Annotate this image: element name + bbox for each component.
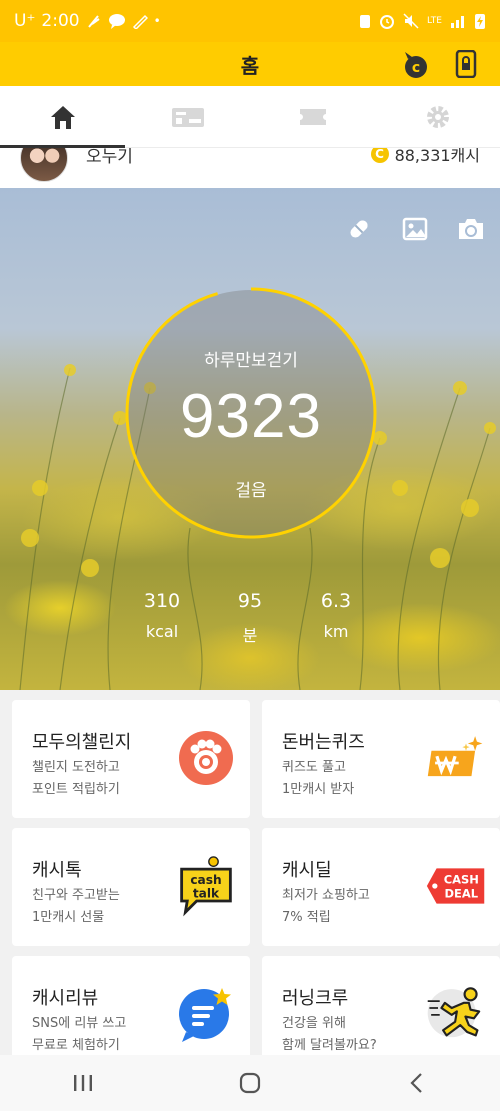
step-count: 9323 <box>180 382 322 451</box>
card-running[interactable]: 러닝크루 건강을 위해 함께 달려볼까요? <box>262 956 500 1055</box>
profile-name[interactable]: 오누기 <box>86 148 133 167</box>
stat-value: 95 <box>237 590 263 612</box>
home-button-icon <box>239 1072 261 1094</box>
challenge-paw-icon <box>176 728 236 788</box>
card-title: 돈버는퀴즈 <box>282 732 365 753</box>
hero-actions <box>344 214 486 244</box>
card-cashdeal[interactable]: 캐시딜 최저가 쇼핑하고 7% 적립 CASH DEAL <box>262 828 500 946</box>
card-cashtalk[interactable]: 캐시톡 친구와 주고받는 1만캐시 선물 cash talk <box>12 828 250 946</box>
card-desc: 친구와 주고받는 <box>32 888 120 903</box>
page-title: 홈 <box>240 53 260 78</box>
battery-saver-icon <box>360 15 371 28</box>
stat-unit: kcal <box>145 622 179 641</box>
cash-piggy-icon[interactable]: c <box>400 48 432 80</box>
gallery-icon[interactable] <box>400 214 430 244</box>
distance-stat: 6.3 km <box>296 590 376 641</box>
chat-bubble-icon <box>108 14 125 29</box>
ticket-icon <box>299 108 326 125</box>
card-desc: 7% 적립 <box>282 910 331 925</box>
tab-home[interactable] <box>0 86 125 148</box>
cashdeal-icon: CASH DEAL <box>426 856 486 916</box>
battery-charging-icon <box>475 14 485 29</box>
card-desc: SNS에 리뷰 쓰고 <box>32 1016 127 1031</box>
minutes-stat: 95 분 <box>210 590 290 646</box>
cashtalk-icon: cash talk <box>176 856 236 917</box>
card-desc: 1만캐시 선물 <box>32 910 105 925</box>
cashdeal-badge-line2: DEAL <box>445 886 479 900</box>
card-desc: 최저가 쇼핑하고 <box>282 888 370 903</box>
walking-hero: 하루만보걷기 9323 걸음 310 kcal 95 분 6.3 km <box>0 188 500 690</box>
step-unit: 걸음 <box>235 481 267 501</box>
calories-stat: 310 kcal <box>122 590 202 641</box>
signal-icon <box>451 16 464 28</box>
cashtalk-badge-line2: talk <box>193 886 220 900</box>
cashback-card-icon <box>171 107 204 127</box>
card-desc: 퀴즈도 풀고 <box>282 760 346 775</box>
svg-text:c: c <box>412 60 420 76</box>
card-title: 캐시딜 <box>282 860 332 881</box>
network-label: LTE <box>427 16 442 26</box>
system-nav-bar <box>0 1055 500 1111</box>
card-desc: 함께 달려볼까요? <box>282 1038 377 1053</box>
card-review[interactable]: 캐시리뷰 SNS에 리뷰 쓰고 무료로 체험하기 <box>12 956 250 1055</box>
card-title: 모두의챌린지 <box>32 732 132 753</box>
mute-icon <box>403 13 419 29</box>
home-button[interactable] <box>220 1063 280 1103</box>
tab-tickets[interactable] <box>250 86 375 147</box>
cashtalk-badge-line1: cash <box>190 873 221 887</box>
back-icon <box>410 1073 422 1093</box>
card-quiz[interactable]: 돈버는퀴즈 퀴즈도 풀고 1만캐시 받자 <box>262 700 500 818</box>
feature-cards: 모두의챌린지 챌린지 도전하고 포인트 적립하기 돈버는퀴즈 퀴즈도 풀고 1만… <box>0 690 500 1055</box>
cashdeal-badge-line1: CASH <box>444 872 479 886</box>
stat-value: 6.3 <box>320 590 352 612</box>
pen-icon <box>132 14 148 29</box>
card-challenge[interactable]: 모두의챌린지 챌린지 도전하고 포인트 적립하기 <box>12 700 250 818</box>
status-bar: U⁺ 2:00 • LTE <box>0 0 500 42</box>
card-title: 캐시리뷰 <box>32 988 99 1009</box>
step-counter-title: 하루만보걷기 <box>204 351 298 371</box>
stat-value: 310 <box>143 590 181 612</box>
card-title: 캐시톡 <box>32 860 82 881</box>
cash-balance[interactable]: C 88,331캐시 <box>370 148 480 166</box>
notification-dot: • <box>153 14 161 28</box>
main-tabs <box>0 86 500 148</box>
cash-coin-icon: C <box>370 148 389 163</box>
tab-cashback[interactable] <box>125 86 250 147</box>
card-desc: 챌린지 도전하고 <box>32 760 120 775</box>
home-icon <box>50 105 75 129</box>
recent-apps-icon <box>74 1075 93 1091</box>
stat-unit: 분 <box>242 626 258 645</box>
quiz-coin-icon <box>426 728 486 788</box>
card-desc: 무료로 체험하기 <box>32 1038 120 1053</box>
card-title: 러닝크루 <box>282 988 349 1009</box>
tab-settings[interactable] <box>375 86 500 147</box>
recent-apps-button[interactable] <box>53 1063 113 1103</box>
step-counter[interactable]: 하루만보걷기 9323 걸음 <box>124 286 378 540</box>
app-header: 홈 c <box>0 42 500 86</box>
avatar[interactable] <box>20 148 68 182</box>
profile-strip: 오누기 C 88,331캐시 <box>0 148 500 188</box>
gear-icon <box>426 105 449 128</box>
alarm-icon <box>380 15 395 29</box>
back-button[interactable] <box>387 1063 447 1103</box>
stat-unit: km <box>323 622 349 641</box>
card-desc: 포인트 적립하기 <box>32 782 120 797</box>
carrier-label: U⁺ <box>14 11 36 31</box>
running-icon <box>426 984 486 1044</box>
card-desc: 건강을 위해 <box>282 1016 346 1031</box>
pill-icon[interactable] <box>344 214 374 244</box>
clock: 2:00 <box>41 11 80 31</box>
card-desc: 1만캐시 받자 <box>282 782 355 797</box>
lock-screen-icon[interactable] <box>450 48 482 80</box>
camera-icon[interactable] <box>456 214 486 244</box>
cash-amount: 88,331캐시 <box>394 148 480 165</box>
review-chat-icon <box>176 984 236 1044</box>
notification-feather-icon <box>87 15 100 28</box>
